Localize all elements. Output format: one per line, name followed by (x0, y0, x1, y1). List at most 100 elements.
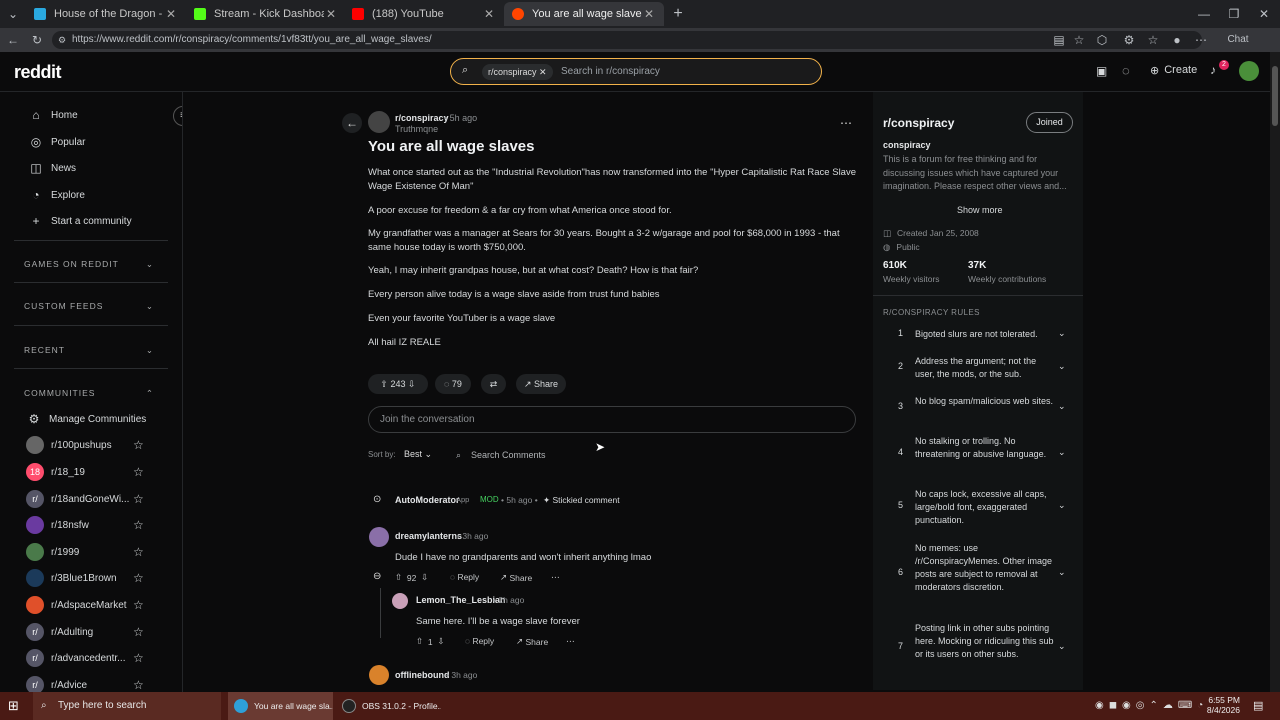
join-conversation-input[interactable]: Join the conversation (368, 406, 856, 433)
star-icon[interactable]: ☆ (133, 625, 144, 639)
tab-fmovies[interactable]: House of the Dragon - Fmovies ✕ (26, 2, 186, 26)
tab-youtube[interactable]: (188) YouTube ✕ (344, 2, 504, 26)
nav-start-community[interactable]: + Start a community (28, 211, 131, 231)
favorites-icon[interactable]: ☆ (1144, 31, 1162, 49)
vote-control[interactable]: ⇧ 243 ⇩ (368, 374, 428, 394)
avatar[interactable] (369, 527, 389, 547)
back-icon[interactable]: ← (4, 31, 22, 49)
post-author[interactable]: Truthmqne (395, 124, 438, 134)
share-icon: ↗ (516, 636, 524, 646)
close-icon[interactable]: ✕ (482, 7, 496, 21)
back-button[interactable]: ← (342, 113, 362, 133)
notification-center-icon[interactable]: ▤ (1253, 699, 1263, 712)
tab-reddit[interactable]: You are all wage slaves : r/conspi ✕ (504, 2, 664, 26)
section-games[interactable]: GAMES ON REDDIT ⌄ (24, 259, 154, 270)
reply-button[interactable]: ◌ Reply (465, 636, 494, 646)
advertise-icon[interactable]: ▣ (1096, 64, 1107, 78)
search-scope-chip[interactable]: r/conspiracy ✕ (482, 64, 553, 80)
copilot-chat-button[interactable]: Chat (1218, 31, 1258, 49)
comment-vote[interactable]: ⇧ 1 ⇩ (416, 636, 444, 647)
upvote-icon[interactable]: ⇧ (395, 572, 402, 583)
avatar[interactable] (392, 593, 408, 609)
more-icon[interactable]: ⋯ (566, 636, 575, 647)
minimize-button[interactable]: — (1195, 5, 1213, 23)
comment-vote[interactable]: ⇧ 92 ⇩ (395, 572, 428, 583)
system-tray-icons[interactable]: ◉◼◉◎⌃☁⌨◔ (1095, 700, 1208, 711)
manage-communities[interactable]: ⚙ Manage Communities (26, 409, 147, 429)
close-icon[interactable]: ✕ (164, 7, 178, 21)
star-icon[interactable]: ☆ (133, 571, 144, 585)
sort-dropdown[interactable]: Best ⌄ (404, 449, 432, 460)
star-icon[interactable]: ☆ (133, 438, 144, 452)
profile-avatar[interactable]: ● (1168, 31, 1186, 49)
downvote-icon[interactable]: ⇩ (437, 636, 444, 647)
section-custom-feeds[interactable]: CUSTOM FEEDS ⌄ (24, 301, 154, 312)
comment-author[interactable]: AutoModerator (395, 495, 460, 505)
close-icon[interactable]: ✕ (642, 7, 656, 21)
chat-icon[interactable]: ◌ (1122, 63, 1130, 78)
reddit-logo[interactable]: reddit (14, 62, 62, 83)
scrollbar-thumb[interactable] (1272, 66, 1278, 126)
favorite-star-icon[interactable]: ☆ (1070, 31, 1088, 49)
new-tab-button[interactable]: + (669, 5, 687, 23)
star-icon[interactable]: ☆ (133, 598, 144, 612)
reader-icon[interactable]: ▤ (1050, 31, 1068, 49)
nav-home[interactable]: ⌂ Home (28, 105, 77, 125)
taskbar-search[interactable]: ⌕ Type here to search (33, 692, 221, 720)
chevron-up-icon: ⌃ (145, 388, 154, 398)
share-button[interactable]: ↗ Share (516, 374, 566, 394)
tab-list-icon[interactable]: ⌄ (4, 5, 22, 23)
section-recent[interactable]: RECENT ⌄ (24, 345, 154, 356)
nav-explore[interactable]: ◔ Explore (28, 185, 85, 205)
more-icon[interactable]: ⋯ (1192, 31, 1210, 49)
collapse-menu-icon[interactable]: ≡ (173, 106, 182, 126)
comments-button[interactable]: ◌ 79 (435, 374, 471, 394)
windows-start-icon[interactable]: ⊞ (8, 698, 19, 714)
star-icon[interactable]: ☆ (133, 492, 144, 506)
downvote-icon[interactable]: ⇩ (421, 572, 428, 583)
create-button[interactable]: ⊕ Create (1150, 64, 1197, 77)
address-bar[interactable]: ⚙ https://www.reddit.com/r/conspiracy/co… (52, 31, 1202, 49)
more-icon[interactable]: ⋯ (551, 572, 560, 583)
post-subreddit[interactable]: r/conspiracy (395, 113, 449, 123)
maximize-button[interactable]: ❐ (1225, 5, 1243, 23)
show-more-button[interactable]: Show more (957, 205, 1003, 215)
upvote-icon[interactable]: ⇧ (416, 636, 423, 647)
reply-button[interactable]: ◌ Reply (450, 572, 479, 582)
tab-kick[interactable]: Stream - Kick Dashboard ✕ (186, 2, 346, 26)
post-paragraph: Even your favorite YouTuber is a wage sl… (368, 313, 556, 324)
comment-author[interactable]: offlinebound (395, 670, 449, 680)
star-icon[interactable]: ☆ (133, 545, 144, 559)
reload-icon[interactable]: ↻ (28, 31, 46, 49)
extension-icon[interactable]: ⬡ (1093, 31, 1111, 49)
comment-author[interactable]: dreamylanterns (395, 531, 462, 541)
close-icon[interactable]: ✕ (324, 7, 338, 21)
notifications-icon[interactable]: ♪ (1210, 63, 1216, 77)
nav-popular[interactable]: ◎ Popular (28, 132, 86, 152)
share-button[interactable]: ↗ Share (500, 572, 532, 583)
downvote-icon[interactable]: ⇩ (408, 379, 416, 390)
star-icon[interactable]: ☆ (133, 651, 144, 665)
avatar[interactable] (369, 665, 389, 685)
collapse-thread-icon[interactable]: ⊖ (373, 571, 381, 582)
extensions-icon[interactable]: ⚙ (1120, 31, 1138, 49)
clock[interactable]: 6:55 PM 8/4/2026 (1200, 695, 1240, 715)
section-communities[interactable]: COMMUNITIES ⌃ (24, 388, 154, 399)
star-icon[interactable]: ☆ (133, 518, 144, 532)
search-input[interactable]: ⌕ r/conspiracy ✕ Search in r/conspiracy (450, 58, 822, 85)
share-button[interactable]: ↗ Share (516, 636, 548, 647)
joined-button[interactable]: Joined (1026, 112, 1073, 133)
star-icon[interactable]: ☆ (133, 678, 144, 692)
search-comments-input[interactable]: ⌕ Search Comments (447, 445, 559, 465)
user-avatar[interactable] (1239, 61, 1259, 81)
nav-news[interactable]: ◫ News (28, 158, 76, 178)
star-icon[interactable]: ☆ (133, 465, 144, 479)
close-window-button[interactable]: ✕ (1255, 5, 1273, 23)
upvote-icon[interactable]: ⇧ (380, 379, 388, 390)
crosspost-button[interactable]: ⇄ (481, 374, 506, 394)
taskbar-edge-app[interactable]: You are all wage sla... (228, 692, 333, 720)
taskbar-obs-app[interactable]: OBS 31.0.2 - Profile... (336, 692, 441, 720)
site-info-icon[interactable]: ⚙ (58, 31, 66, 49)
page-scrollbar[interactable] (1270, 52, 1280, 692)
more-options-icon[interactable]: ⋯ (840, 116, 852, 130)
